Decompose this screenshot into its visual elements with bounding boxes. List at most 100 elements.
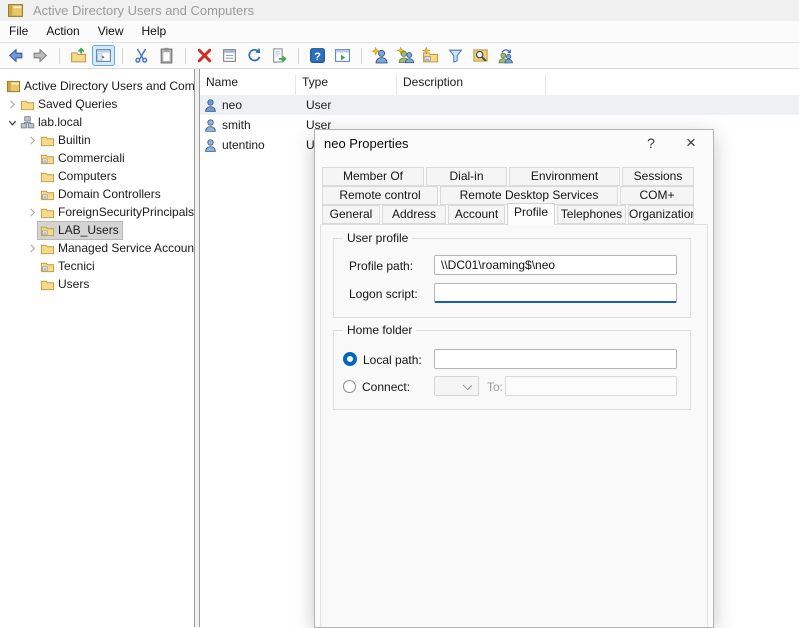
new-org-unit-button[interactable]	[419, 45, 442, 66]
chevron-right-icon[interactable]	[26, 134, 38, 146]
toolbar-separator	[361, 48, 362, 64]
connect-radio[interactable]	[343, 380, 356, 393]
dialog-help-button[interactable]: ?	[640, 134, 662, 153]
show-hide-console-tree-button[interactable]	[92, 45, 115, 66]
help-icon: ?	[309, 47, 326, 64]
tab-row-3: General Address Account Profile Telephon…	[322, 205, 694, 225]
window-title: Active Directory Users and Computers	[33, 3, 254, 18]
filter-button[interactable]	[444, 45, 467, 66]
tab-telephones[interactable]: Telephones	[557, 205, 626, 224]
tab-account[interactable]: Account	[448, 205, 505, 224]
tab-organization[interactable]: Organization	[628, 205, 694, 224]
column-header-name[interactable]: Name	[200, 75, 296, 95]
ou-folder-icon	[40, 259, 55, 274]
folder-icon	[40, 277, 55, 292]
window-titlebar: Active Directory Users and Computers	[0, 0, 799, 21]
toolbar-separator	[122, 48, 123, 64]
tree-item-tecnici[interactable]: Tecnici	[0, 257, 194, 275]
chevron-right-icon[interactable]	[26, 242, 38, 254]
find-icon	[472, 47, 489, 64]
cell-name: smith	[222, 118, 251, 132]
logon-script-label: Logon script:	[349, 287, 418, 301]
column-header-description[interactable]: Description	[397, 75, 546, 95]
ou-folder-icon	[40, 223, 55, 238]
tab-dial-in[interactable]: Dial-in	[426, 167, 507, 186]
tab-general[interactable]: General	[322, 205, 380, 224]
home-folder-legend: Home folder	[343, 323, 416, 337]
tree-item-managed-service-accounts[interactable]: Managed Service Accounts	[0, 239, 194, 257]
tab-member-of[interactable]: Member Of	[322, 167, 424, 186]
chevron-down-icon[interactable]	[6, 116, 18, 128]
new-group-icon	[397, 47, 414, 64]
refresh-icon	[246, 47, 263, 64]
menu-view[interactable]: View	[89, 21, 133, 42]
tree-item-foreign-security-principals[interactable]: ForeignSecurityPrincipals	[0, 203, 194, 221]
logon-script-input[interactable]	[434, 283, 677, 303]
tree-item-root[interactable]: Active Directory Users and Computers	[0, 77, 194, 95]
delegate-control-icon	[497, 47, 514, 64]
paste-icon	[158, 47, 175, 64]
forward-icon	[32, 47, 49, 64]
column-header-type[interactable]: Type	[296, 75, 397, 95]
close-icon[interactable]: ×	[677, 133, 705, 154]
menu-file[interactable]: File	[0, 21, 37, 42]
tree-item-domain-controllers[interactable]: Domain Controllers	[0, 185, 194, 203]
local-path-input[interactable]	[434, 349, 677, 369]
folder-icon	[40, 241, 55, 256]
new-group-button[interactable]	[394, 45, 417, 66]
neo-properties-dialog: neo Properties ? × Member Of Dial-in Env…	[314, 129, 714, 628]
new-user-button[interactable]	[369, 45, 392, 66]
menu-help[interactable]: Help	[133, 21, 176, 42]
help-button[interactable]: ?	[306, 45, 329, 66]
folder-icon	[40, 169, 55, 184]
ou-folder-icon	[40, 187, 55, 202]
toolbar-separator	[185, 48, 186, 64]
tab-remote-control[interactable]: Remote control	[322, 186, 438, 205]
user-profile-legend: User profile	[343, 231, 412, 245]
find-button[interactable]	[469, 45, 492, 66]
tree-item-saved-queries[interactable]: Saved Queries	[0, 95, 194, 113]
tree-item-users[interactable]: Users	[0, 275, 194, 293]
profile-path-input[interactable]	[434, 255, 677, 275]
delete-button[interactable]	[193, 45, 216, 66]
refresh-button[interactable]	[243, 45, 266, 66]
tab-address[interactable]: Address	[382, 205, 446, 224]
list-header: Name Type Description	[200, 69, 799, 95]
tree-item-commerciali[interactable]: Commerciali	[0, 149, 194, 167]
paste-button[interactable]	[155, 45, 178, 66]
tab-com-plus[interactable]: COM+	[620, 186, 694, 205]
tab-sessions[interactable]: Sessions	[622, 167, 694, 186]
tree-item-lab-users[interactable]: LAB_Users	[0, 221, 194, 239]
domain-icon	[20, 115, 35, 130]
tree-item-lab-local[interactable]: lab.local	[0, 113, 194, 131]
connect-to-input[interactable]	[505, 376, 677, 396]
tree-item-computers[interactable]: Computers	[0, 167, 194, 185]
connect-label: Connect:	[362, 380, 410, 394]
tab-environment[interactable]: Environment	[509, 167, 620, 186]
new-window-button[interactable]	[331, 45, 354, 66]
cell-name: utentino	[222, 138, 265, 152]
forward-button[interactable]	[29, 45, 52, 66]
local-path-radio[interactable]	[343, 352, 357, 366]
chevron-right-icon[interactable]	[26, 206, 38, 218]
properties-button[interactable]	[218, 45, 241, 66]
drive-letter-dropdown[interactable]	[434, 376, 479, 396]
export-list-button[interactable]	[268, 45, 291, 66]
chevron-right-icon[interactable]	[6, 98, 18, 110]
local-path-label: Local path:	[363, 353, 422, 367]
delegate-control-button[interactable]	[494, 45, 517, 66]
cell-name: neo	[222, 98, 242, 112]
dialog-title: neo Properties	[324, 136, 409, 151]
toolbar-separator	[59, 48, 60, 64]
menu-action[interactable]: Action	[37, 21, 88, 42]
up-one-level-button[interactable]	[67, 45, 90, 66]
new-user-icon	[372, 47, 389, 64]
back-button[interactable]	[4, 45, 27, 66]
cut-button[interactable]	[130, 45, 153, 66]
new-window-icon	[334, 47, 351, 64]
tab-profile[interactable]: Profile	[507, 203, 555, 225]
tree-item-builtin[interactable]: Builtin	[0, 131, 194, 149]
toolbar-separator	[298, 48, 299, 64]
list-row-neo[interactable]: neo User	[200, 95, 799, 115]
folder-icon	[20, 97, 35, 112]
